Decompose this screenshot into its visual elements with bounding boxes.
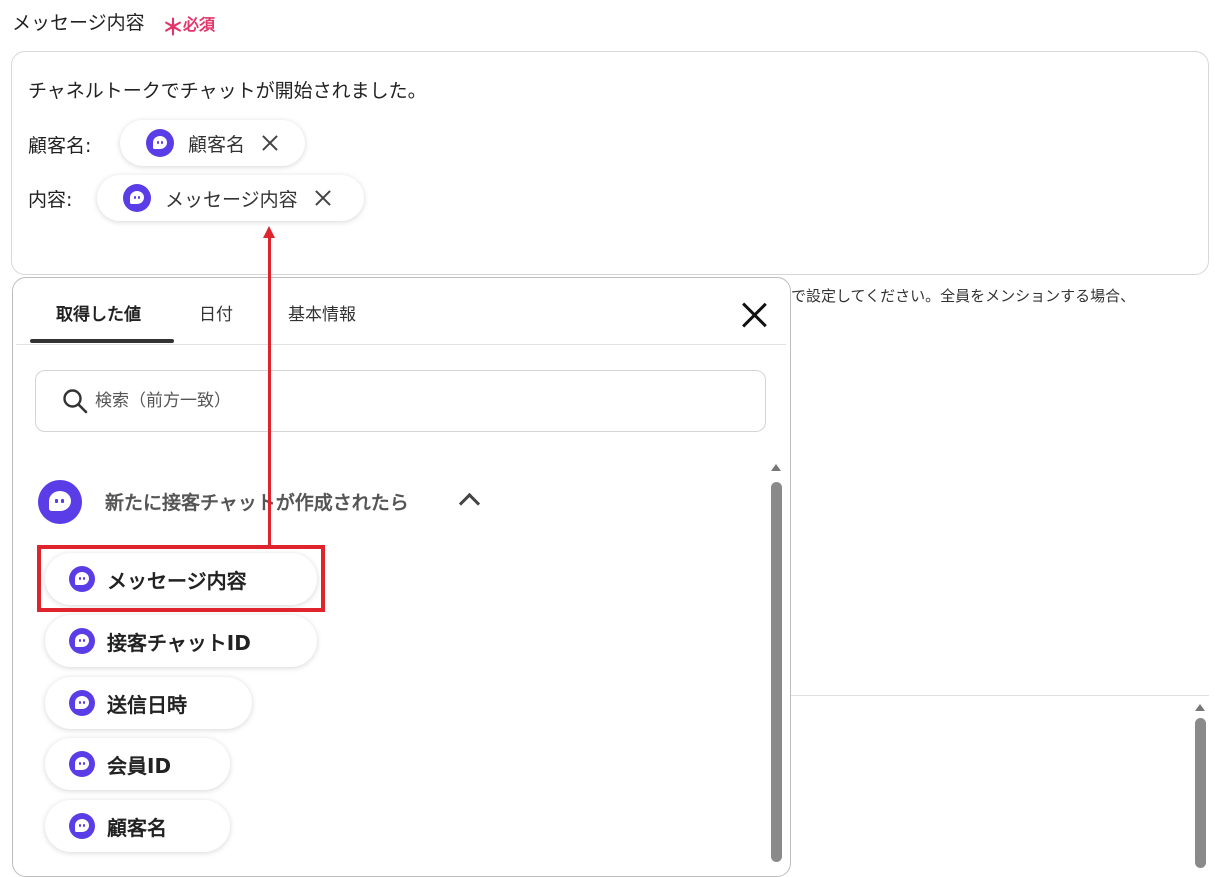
active-tab-indicator bbox=[30, 339, 174, 343]
highlight-box bbox=[37, 545, 325, 612]
scroll-up-arrow[interactable] bbox=[771, 464, 781, 471]
scrollbar-thumb[interactable] bbox=[771, 482, 782, 862]
token-label: メッセージ内容 bbox=[165, 188, 298, 211]
content-label: 内容: bbox=[28, 189, 73, 211]
variable-token-customer-name[interactable]: 顧客名 bbox=[120, 120, 305, 166]
required-mark: ＊ bbox=[162, 16, 185, 41]
search-input[interactable] bbox=[95, 383, 695, 419]
list-item-chat-id[interactable]: 接客チャットID bbox=[45, 615, 317, 667]
channel-talk-icon bbox=[146, 129, 174, 157]
channel-talk-icon bbox=[69, 751, 95, 777]
tab-date[interactable]: 日付 bbox=[199, 300, 233, 325]
annotation-arrowhead bbox=[263, 226, 275, 238]
trigger-group-title[interactable]: 新たに接客チャットが作成されたら bbox=[105, 488, 409, 515]
message-text-line[interactable]: チャネルトークでチャットが開始されました。 bbox=[28, 76, 427, 103]
required-badge: 必須 bbox=[183, 15, 216, 34]
list-item-sent-datetime[interactable]: 送信日時 bbox=[45, 677, 252, 729]
remove-token-icon[interactable] bbox=[312, 187, 334, 209]
variable-token-message-content[interactable]: メッセージ内容 bbox=[97, 175, 364, 221]
tab-acquired-values[interactable]: 取得した値 bbox=[56, 300, 141, 325]
scroll-up-arrow[interactable] bbox=[1195, 704, 1205, 711]
token-label: 顧客名 bbox=[188, 133, 246, 156]
remove-token-icon[interactable] bbox=[259, 132, 281, 154]
channel-talk-icon bbox=[38, 480, 82, 524]
close-icon[interactable] bbox=[740, 301, 768, 329]
list-item-label: 接客チャットID bbox=[107, 630, 251, 655]
scrollbar-thumb[interactable] bbox=[1195, 718, 1206, 868]
channel-talk-icon bbox=[69, 813, 95, 839]
list-item-member-id[interactable]: 会員ID bbox=[45, 738, 230, 790]
list-item-label: 会員ID bbox=[107, 753, 172, 778]
customer-name-label: 顧客名: bbox=[28, 135, 92, 157]
tab-divider bbox=[16, 344, 786, 345]
channel-talk-icon bbox=[69, 690, 95, 716]
tab-basic-info[interactable]: 基本情報 bbox=[288, 300, 356, 325]
list-item-label: 送信日時 bbox=[107, 692, 187, 717]
channel-talk-icon bbox=[69, 628, 95, 654]
help-text: で設定してください。全員をメンションする場合、 bbox=[791, 287, 1136, 305]
background-field-box bbox=[791, 695, 1209, 866]
channel-talk-icon bbox=[123, 184, 151, 212]
search-icon bbox=[63, 389, 88, 414]
list-item-customer-name[interactable]: 顧客名 bbox=[45, 800, 230, 852]
list-item-label: 顧客名 bbox=[107, 815, 167, 840]
field-label: メッセージ内容 bbox=[12, 12, 145, 34]
annotation-arrow bbox=[268, 236, 271, 545]
